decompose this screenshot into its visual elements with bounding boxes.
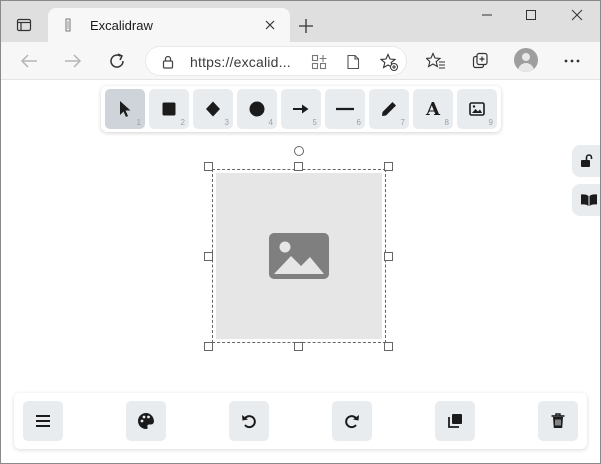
tool-shortcut: 4 — [268, 118, 273, 127]
add-favorite-icon[interactable] — [380, 53, 398, 71]
text-icon: A — [426, 98, 440, 120]
ellipse-icon — [249, 101, 265, 117]
line-tool[interactable]: 6 — [325, 89, 365, 129]
undo-button[interactable] — [229, 401, 269, 441]
image-tool[interactable]: 9 — [457, 89, 497, 129]
resize-handle-e[interactable] — [384, 252, 393, 261]
rotation-handle[interactable] — [294, 146, 304, 156]
app-available-icon[interactable] — [310, 53, 328, 71]
back-arrow-icon[interactable] — [16, 48, 42, 74]
draw-tool[interactable]: 7 — [369, 89, 409, 129]
image-icon — [469, 102, 485, 116]
resize-handle-ne[interactable] — [384, 162, 393, 171]
resize-handle-n[interactable] — [294, 162, 303, 171]
palette-icon — [138, 413, 154, 429]
ellipse-tool[interactable]: 4 — [237, 89, 277, 129]
minimize-icon[interactable] — [475, 4, 499, 26]
excalidraw-favicon-icon — [60, 17, 76, 33]
hamburger-menu-icon — [36, 415, 50, 427]
reading-view-icon[interactable] — [344, 53, 362, 71]
url-text: https://excalid... — [190, 54, 291, 70]
maximize-icon[interactable] — [519, 4, 543, 26]
text-tool[interactable]: A 8 — [413, 89, 453, 129]
diamond-tool[interactable]: 3 — [193, 89, 233, 129]
pencil-icon — [382, 102, 396, 116]
book-icon — [581, 194, 597, 206]
tool-shortcut: 8 — [444, 118, 449, 127]
tool-shortcut: 1 — [136, 118, 141, 127]
lock-icon[interactable] — [160, 54, 176, 70]
selection-box — [212, 169, 386, 343]
tab-actions-icon[interactable] — [10, 12, 38, 38]
tool-shortcut: 3 — [224, 118, 229, 127]
profile-avatar[interactable] — [514, 48, 538, 72]
tool-shortcut: 6 — [356, 118, 361, 127]
favorites-icon[interactable] — [423, 48, 449, 74]
tool-shortcut: 2 — [180, 118, 185, 127]
delete-button[interactable] — [538, 401, 578, 441]
browser-nav-bar: https://excalid... — [0, 42, 601, 80]
duplicate-button[interactable] — [435, 401, 475, 441]
bottom-action-bar — [14, 393, 587, 449]
cursor-icon — [120, 101, 131, 117]
close-window-icon[interactable] — [565, 4, 589, 26]
arrow-tool[interactable]: 5 — [281, 89, 321, 129]
duplicate-icon — [448, 414, 462, 428]
resize-handle-nw[interactable] — [204, 162, 213, 171]
diamond-icon — [206, 101, 220, 117]
line-icon — [336, 107, 354, 111]
tool-shortcut: 9 — [488, 118, 493, 127]
rectangle-icon — [162, 102, 176, 116]
close-tab-icon[interactable] — [262, 17, 278, 33]
library-button[interactable] — [572, 184, 601, 216]
resize-handle-sw[interactable] — [204, 342, 213, 351]
browser-tab-bar: Excalidraw — [0, 0, 601, 42]
undo-icon — [242, 415, 256, 429]
tab-title: Excalidraw — [90, 17, 153, 33]
menu-button[interactable] — [23, 401, 63, 441]
tool-shortcut: 7 — [400, 118, 405, 127]
unlock-icon — [581, 154, 593, 167]
collections-icon[interactable] — [468, 48, 494, 74]
redo-button[interactable] — [332, 401, 372, 441]
lock-tool-button[interactable] — [572, 145, 601, 177]
shape-toolbar: 1 2 3 4 5 6 7 A 8 9 — [101, 86, 501, 132]
redo-icon — [345, 415, 359, 429]
style-palette-button[interactable] — [126, 401, 166, 441]
rectangle-tool[interactable]: 2 — [149, 89, 189, 129]
address-bar[interactable]: https://excalid... — [145, 46, 407, 76]
forward-arrow-icon[interactable] — [60, 48, 86, 74]
resize-handle-w[interactable] — [204, 252, 213, 261]
new-tab-icon[interactable] — [294, 14, 318, 38]
selection-tool[interactable]: 1 — [105, 89, 145, 129]
refresh-icon[interactable] — [104, 48, 130, 74]
more-options-icon[interactable] — [559, 48, 585, 74]
arrow-icon — [293, 104, 309, 114]
tool-shortcut: 5 — [312, 118, 317, 127]
resize-handle-s[interactable] — [294, 342, 303, 351]
trash-icon — [551, 413, 565, 428]
browser-tab[interactable]: Excalidraw — [48, 8, 290, 42]
resize-handle-se[interactable] — [384, 342, 393, 351]
